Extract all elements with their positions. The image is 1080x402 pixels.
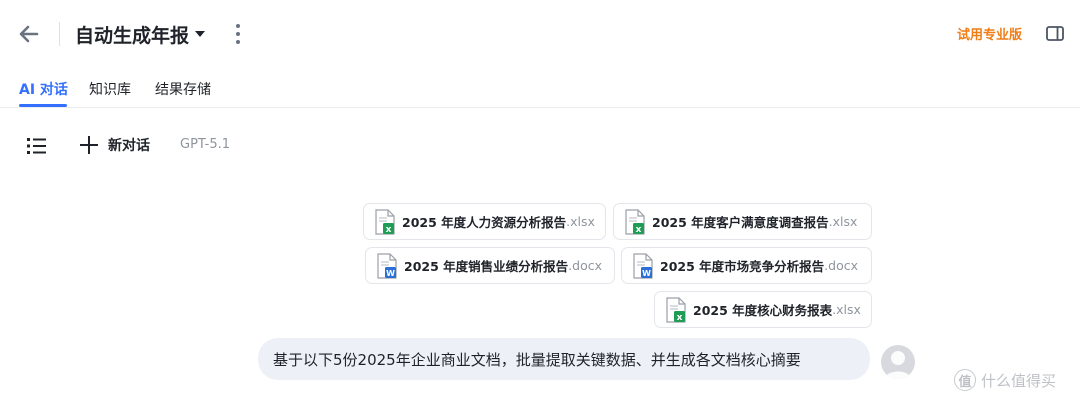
svg-text:x: x [386, 225, 392, 235]
user-message-bubble: 基于以下5份2025年企业商业文档，批量提取关键数据、并生成各文档核心摘要 [258, 338, 870, 380]
caret-down-icon [195, 31, 206, 37]
attachment-name: 2025 年度核心财务报表 [693, 303, 833, 318]
watermark-text: 什么值得买 [981, 371, 1057, 390]
user-avatar-icon[interactable] [881, 345, 915, 379]
svg-text:W: W [642, 269, 651, 278]
svg-text:x: x [677, 313, 683, 323]
new-chat-button[interactable]: 新对话 [80, 133, 150, 157]
attachment-ext: .xlsx [828, 214, 858, 229]
header-divider [59, 22, 60, 46]
tab-bar: AI 对话 知识库 结果存储 [0, 68, 1080, 108]
word-file-icon: W [633, 252, 653, 279]
excel-file-icon: x [625, 208, 645, 235]
attachment-chip[interactable]: x 2025 年度客户满意度调查报告 .xlsx [613, 203, 872, 240]
attachment-chip[interactable]: x 2025 年度核心财务报表 .xlsx [654, 291, 872, 328]
tab-ai-chat[interactable]: AI 对话 [19, 79, 68, 99]
attachment-chip[interactable]: W 2025 年度销售业绩分析报告 .docx [365, 247, 615, 284]
list-icon[interactable] [26, 136, 48, 156]
tab-result-storage[interactable]: 结果存储 [155, 79, 211, 99]
user-message-text: 基于以下5份2025年企业商业文档，批量提取关键数据、并生成各文档核心摘要 [273, 350, 801, 369]
attachment-name: 2025 年度销售业绩分析报告 [404, 259, 569, 274]
back-arrow-icon[interactable] [16, 21, 42, 47]
excel-file-icon: x [375, 208, 395, 235]
model-name[interactable]: GPT-5.1 [180, 137, 230, 152]
watermark-badge: 值 [954, 369, 976, 391]
svg-text:x: x [636, 225, 642, 235]
sidebar-panel-icon[interactable] [1046, 26, 1064, 41]
attachment-ext: .docx [824, 258, 858, 273]
top-bar: 自动生成年报 试用专业版 [0, 0, 1080, 68]
attachment-ext: .xlsx [832, 302, 861, 317]
attachment-name: 2025 年度客户满意度调查报告 [652, 215, 829, 230]
active-tab-indicator [19, 104, 67, 107]
try-pro-link[interactable]: 试用专业版 [957, 24, 1022, 43]
attachment-chip[interactable]: x 2025 年度人力资源分析报告 .xlsx [363, 203, 606, 240]
svg-text:W: W [386, 269, 395, 278]
page-title: 自动生成年报 [75, 24, 190, 47]
attachment-ext: .docx [568, 258, 602, 273]
attachment-name: 2025 年度人力资源分析报告 [402, 215, 567, 230]
watermark: 值 什么值得买 [954, 368, 1056, 392]
attachment-chip[interactable]: W 2025 年度市场竞争分析报告 .docx [621, 247, 872, 284]
more-vertical-icon[interactable] [228, 22, 248, 46]
attachment-name: 2025 年度市场竞争分析报告 [660, 259, 825, 274]
word-file-icon: W [377, 252, 397, 279]
title-dropdown[interactable]: 自动生成年报 [75, 19, 206, 49]
plus-icon [80, 136, 98, 154]
new-chat-label: 新对话 [108, 138, 150, 154]
tab-knowledge-base[interactable]: 知识库 [89, 79, 131, 99]
attachment-ext: .xlsx [566, 214, 595, 229]
excel-file-icon: x [666, 296, 686, 323]
